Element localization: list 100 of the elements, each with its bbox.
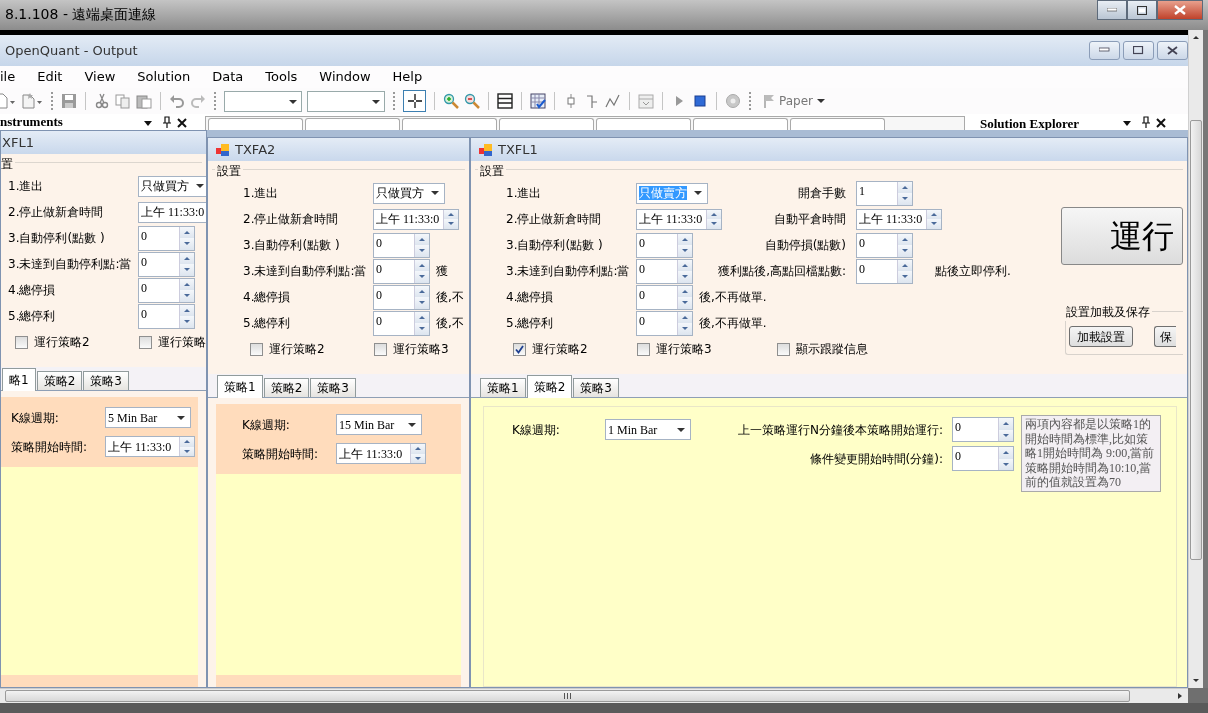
- document-tab[interactable]: [305, 118, 400, 130]
- menu-item[interactable]: ile: [0, 67, 27, 87]
- time-picker[interactable]: 上午 11:33:0: [636, 208, 722, 230]
- dropdown[interactable]: 15 Min Bar: [336, 414, 422, 435]
- pin-icon[interactable]: [1142, 116, 1150, 128]
- tab[interactable]: 策略1: [217, 375, 263, 398]
- maximize-button[interactable]: [1123, 41, 1154, 60]
- number-field[interactable]: 1: [856, 180, 913, 206]
- number-field[interactable]: 0: [138, 277, 195, 303]
- menu-item[interactable]: Window: [308, 67, 382, 87]
- number-field[interactable]: 0: [952, 446, 1014, 471]
- step-line-icon[interactable]: [584, 93, 600, 109]
- menu-item[interactable]: Help: [381, 67, 434, 87]
- file-icon[interactable]: [21, 93, 43, 109]
- group-label: 設置加載及保存: [1064, 303, 1152, 321]
- checkbox[interactable]: 運行策略2: [250, 340, 374, 358]
- field-label: 1.進出: [506, 185, 543, 202]
- grid-check-icon[interactable]: [530, 93, 546, 109]
- number-field[interactable]: 0: [856, 258, 913, 284]
- menu-item[interactable]: Solution: [126, 67, 202, 87]
- dropdown-icon[interactable]: [143, 118, 153, 128]
- field-label: 條件變更開始時間(分鐘):: [808, 450, 943, 468]
- tab[interactable]: 策略2: [36, 371, 83, 390]
- time-picker[interactable]: 上午 11:33:0: [138, 201, 206, 223]
- dropdown[interactable]: 5 Min Bar: [105, 407, 191, 428]
- crosshair-button[interactable]: [403, 90, 426, 112]
- number-field[interactable]: 0: [636, 232, 693, 258]
- number-field[interactable]: 0: [373, 310, 430, 336]
- time-picker[interactable]: 上午 11:33:0: [856, 208, 942, 230]
- checkbox[interactable]: 運行策略3: [637, 340, 777, 358]
- dropdown-icon[interactable]: [1122, 118, 1132, 128]
- number-field[interactable]: 0: [636, 258, 693, 284]
- number-field[interactable]: 0: [856, 232, 913, 258]
- tab[interactable]: 策略2: [526, 375, 573, 398]
- paste-icon[interactable]: [136, 93, 152, 109]
- vertical-scrollbar[interactable]: [1188, 30, 1203, 688]
- close-button[interactable]: [1157, 0, 1203, 20]
- profile-dropdown[interactable]: Paper: [759, 92, 829, 110]
- field-label: 3.自動停利(點數 ): [506, 237, 604, 254]
- cut-icon[interactable]: [94, 93, 110, 109]
- dropdown[interactable]: 只做買方: [138, 175, 206, 197]
- save-icon[interactable]: [61, 93, 77, 109]
- field-label: 1.進出: [243, 185, 280, 202]
- close-button[interactable]: [1157, 41, 1188, 60]
- document-tab[interactable]: [499, 118, 594, 130]
- checkbox[interactable]: 運行策略: [139, 333, 206, 351]
- tab[interactable]: 策略1: [480, 378, 526, 397]
- line-chart-icon[interactable]: [605, 93, 621, 109]
- document-tab[interactable]: [402, 118, 497, 130]
- new-file-icon[interactable]: [0, 93, 16, 109]
- stop-icon[interactable]: [692, 93, 708, 109]
- tab[interactable]: 策略2: [263, 378, 310, 397]
- horizontal-scrollbar[interactable]: [0, 688, 1188, 703]
- dropdown[interactable]: [224, 90, 302, 112]
- document-tab[interactable]: [596, 118, 691, 130]
- undo-icon[interactable]: [169, 93, 185, 109]
- window-title: TXFA2: [235, 140, 276, 159]
- number-field[interactable]: 0: [636, 284, 693, 310]
- document-tab[interactable]: [208, 118, 303, 130]
- menu-item[interactable]: View: [73, 67, 127, 87]
- time-picker[interactable]: 上午 11:33:0: [373, 208, 459, 230]
- zoom-out-icon[interactable]: [464, 93, 480, 109]
- close-icon[interactable]: [177, 118, 187, 128]
- menu-item[interactable]: Edit: [26, 67, 74, 87]
- checkbox[interactable]: 運行策略2: [513, 340, 637, 358]
- document-tab[interactable]: [693, 118, 788, 130]
- menu-item[interactable]: Tools: [254, 67, 309, 87]
- checkbox[interactable]: 運行策略3: [374, 340, 469, 358]
- dropdown[interactable]: 只做買方: [373, 182, 445, 204]
- save-button[interactable]: 保: [1154, 326, 1176, 347]
- maximize-button[interactable]: [1127, 0, 1157, 20]
- number-field[interactable]: 0: [373, 284, 430, 310]
- zoom-in-icon[interactable]: [443, 93, 459, 109]
- number-field[interactable]: 0: [373, 258, 430, 284]
- dropdown[interactable]: 1 Min Bar: [605, 419, 691, 440]
- tab[interactable]: 略1: [2, 368, 36, 391]
- number-field[interactable]: 0: [373, 232, 430, 258]
- tab[interactable]: 策略3: [310, 378, 356, 397]
- checkbox[interactable]: 運行策略2: [15, 333, 139, 351]
- redo-icon[interactable]: [190, 93, 206, 109]
- tab[interactable]: 策略3: [573, 378, 619, 397]
- minimize-button[interactable]: [1097, 0, 1127, 20]
- time-picker[interactable]: 上午 11:33:0: [105, 436, 195, 457]
- document-tab[interactable]: [790, 118, 885, 130]
- pin-icon[interactable]: [163, 116, 171, 128]
- tab[interactable]: 策略3: [83, 371, 129, 390]
- menu-item[interactable]: Data: [201, 67, 255, 87]
- copy-icon[interactable]: [115, 93, 131, 109]
- time-picker[interactable]: 上午 11:33:0: [336, 443, 426, 464]
- close-icon[interactable]: [1156, 118, 1166, 128]
- number-field[interactable]: 0: [138, 303, 195, 329]
- dropdown[interactable]: [307, 90, 385, 112]
- number-field[interactable]: 0: [952, 417, 1014, 442]
- number-field[interactable]: 0: [138, 251, 195, 277]
- checkbox[interactable]: 顯示跟蹤信息: [777, 340, 917, 358]
- number-field[interactable]: 0: [138, 225, 195, 251]
- run-button[interactable]: 運行: [1061, 207, 1183, 265]
- load-button[interactable]: 加載設置: [1069, 326, 1133, 347]
- number-field[interactable]: 0: [636, 310, 693, 336]
- table-icon[interactable]: [497, 93, 513, 109]
